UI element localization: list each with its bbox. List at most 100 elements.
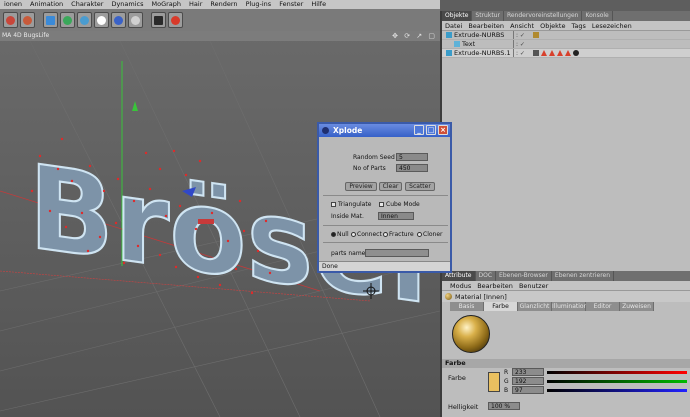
menu-item[interactable]: ionen	[0, 0, 26, 9]
material-icon[interactable]	[128, 12, 143, 28]
menu-tags[interactable]: Tags	[568, 22, 588, 30]
menu-item[interactable]: Plug-ins	[242, 0, 276, 9]
menu-benutzer[interactable]: Benutzer	[516, 282, 551, 290]
object-manager-tabs: Objekte Struktur Rendervoreinstellungen …	[442, 11, 690, 21]
bend-icon[interactable]	[60, 12, 75, 28]
cube-mode-checkbox[interactable]	[379, 202, 384, 207]
array-icon[interactable]	[94, 12, 109, 28]
menu-item[interactable]: Hair	[185, 0, 206, 9]
menu-item[interactable]: Rendern	[206, 0, 241, 9]
visibility-dots-icon[interactable]: : ✓	[516, 50, 525, 57]
connect-radio-label: Connect	[357, 231, 382, 238]
random-seed-field[interactable]: 5	[396, 153, 428, 161]
maximize-icon[interactable]: □	[426, 125, 436, 135]
warning-tag-icon[interactable]	[549, 50, 555, 56]
dialog-titlebar[interactable]: Xplode _ □ ×	[319, 124, 450, 137]
camera-icon[interactable]	[151, 12, 166, 28]
menu-lesezeichen[interactable]: Lesezeichen	[589, 22, 635, 30]
xplode-dialog: Xplode _ □ × Random Seed 5 No of Parts 4…	[317, 122, 452, 273]
menu-bearbeiten[interactable]: Bearbeiten	[474, 282, 516, 290]
menu-bearbeiten[interactable]: Bearbeiten	[465, 22, 507, 30]
minimize-icon[interactable]: _	[414, 125, 424, 135]
inside-mat-label: Inside Mat.	[331, 213, 364, 220]
menu-bar: ionen Animation Charakter Dynamics MoGra…	[0, 0, 440, 9]
close-icon[interactable]: ×	[438, 125, 448, 135]
object-name: Extrude-NURBS	[454, 31, 505, 39]
null-radio-label: Null	[337, 231, 349, 238]
tab-konsole[interactable]: Konsole	[582, 11, 613, 21]
object-row[interactable]: Extrude-NURBS.1 : ✓	[442, 49, 690, 58]
tab-doc[interactable]: DOC	[476, 271, 497, 281]
fracture-radio[interactable]	[383, 232, 388, 237]
menu-item[interactable]: Charakter	[67, 0, 107, 9]
r-value-field[interactable]: 233	[512, 368, 544, 376]
object-manager-menu: Datei Bearbeiten Ansicht Objekte Tags Le…	[442, 21, 690, 31]
warning-tag-icon[interactable]	[565, 50, 571, 56]
checker-tag-icon[interactable]	[533, 50, 539, 56]
triangulate-checkbox[interactable]	[331, 202, 336, 207]
material-tabs: Basis Farbe Glanzlicht Illumination Edit…	[450, 302, 690, 311]
object-row[interactable]: Text : ✓	[442, 40, 690, 49]
menu-item[interactable]: Fenster	[275, 0, 307, 9]
tab-illumination[interactable]: Illumination	[552, 302, 587, 311]
b-value-field[interactable]: 97	[512, 386, 544, 394]
light-icon[interactable]	[168, 12, 183, 28]
inside-mat-field[interactable]: Innen	[378, 212, 414, 220]
tab-basis[interactable]: Basis	[450, 302, 484, 311]
menu-item[interactable]: Dynamics	[107, 0, 147, 9]
connect-radio[interactable]	[351, 232, 356, 237]
material-preview	[442, 311, 690, 359]
status-bar: Done	[319, 261, 450, 271]
menu-modus[interactable]: Modus	[442, 282, 474, 290]
material-title: Material [Innen]	[455, 292, 507, 301]
null-radio[interactable]	[331, 232, 336, 237]
render-region-icon[interactable]	[3, 12, 18, 28]
menu-objekte[interactable]: Objekte	[537, 22, 568, 30]
color-swatch[interactable]	[488, 372, 500, 392]
g-value-field[interactable]: 192	[512, 377, 544, 385]
menu-item[interactable]: Hilfe	[307, 0, 330, 9]
brightness-field[interactable]: 100 %	[488, 402, 520, 410]
brightness-label: Helligkeit	[448, 403, 479, 411]
deformer-icon[interactable]	[111, 12, 126, 28]
viewport-nav-icons[interactable]: ✥ ⟳ ↗ ▢	[392, 32, 437, 40]
tab-ebenen-zentrieren[interactable]: Ebenen zentrieren	[552, 271, 615, 281]
tab-objekte[interactable]: Objekte	[442, 11, 473, 21]
tab-struktur[interactable]: Struktur	[472, 11, 504, 21]
viewport-title: MA 4D BugsLife	[0, 31, 440, 41]
render-active-icon[interactable]	[20, 12, 35, 28]
clear-button[interactable]: Clear	[379, 182, 402, 191]
scatter-button[interactable]: Scatter	[405, 182, 435, 191]
visibility-dots-icon[interactable]: : ✓	[516, 41, 525, 48]
parts-field[interactable]: 450	[396, 164, 428, 172]
cube-primitive-icon[interactable]	[43, 12, 58, 28]
nurbs-icon[interactable]	[77, 12, 92, 28]
tab-editor[interactable]: Editor	[586, 302, 620, 311]
parts-name-field[interactable]	[365, 249, 429, 257]
warning-tag-icon[interactable]	[541, 50, 547, 56]
tab-glanzlicht[interactable]: Glanzlicht	[518, 302, 552, 311]
cube-mode-label: Cube Mode	[386, 201, 420, 208]
tab-zuweisen[interactable]: Zuweisen	[620, 302, 654, 311]
object-row[interactable]: Extrude-NURBS : ✓	[442, 31, 690, 40]
tab-rendervoreinstellungen[interactable]: Rendervoreinstellungen	[504, 11, 583, 21]
tab-farbe[interactable]: Farbe	[484, 302, 518, 311]
tab-ebenen-browser[interactable]: Ebenen-Browser	[496, 271, 552, 281]
preview-button[interactable]: Preview	[345, 182, 377, 191]
material-header: Material [Innen]	[442, 291, 690, 302]
material-tag-icon[interactable]	[533, 32, 539, 38]
b-slider[interactable]	[547, 389, 687, 392]
object-name: Text	[462, 40, 476, 48]
menu-item[interactable]: MoGraph	[148, 0, 186, 9]
menu-item[interactable]: Animation	[26, 0, 67, 9]
r-slider[interactable]	[547, 371, 687, 374]
cloner-radio[interactable]	[417, 232, 422, 237]
visibility-dots-icon[interactable]: : ✓	[516, 32, 525, 39]
material-icon	[445, 293, 452, 300]
material-preview-sphere[interactable]	[452, 315, 490, 353]
warning-tag-icon[interactable]	[557, 50, 563, 56]
material-tag-icon[interactable]	[573, 50, 579, 56]
g-slider[interactable]	[547, 380, 687, 383]
menu-ansicht[interactable]: Ansicht	[507, 22, 537, 30]
menu-datei[interactable]: Datei	[442, 22, 465, 30]
